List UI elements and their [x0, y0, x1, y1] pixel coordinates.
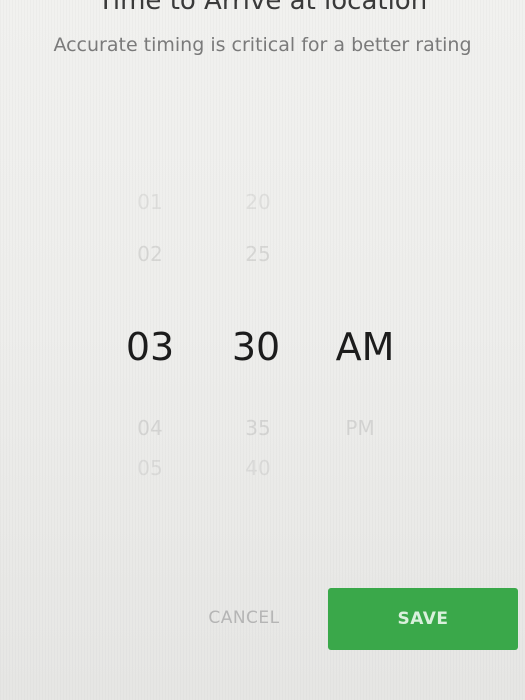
- period-option[interactable]: PM: [330, 416, 390, 440]
- hour-option[interactable]: 04: [122, 416, 178, 440]
- minute-option[interactable]: 40: [230, 456, 286, 480]
- period-selected[interactable]: AM: [320, 325, 410, 369]
- minute-selected[interactable]: 30: [218, 325, 294, 369]
- dialog-subtitle: Accurate timing is critical for a better…: [53, 34, 472, 56]
- save-button[interactable]: SAVE: [328, 588, 518, 650]
- minute-option[interactable]: 35: [230, 416, 286, 440]
- minute-option[interactable]: 25: [230, 242, 286, 266]
- hour-selected[interactable]: 03: [112, 325, 188, 369]
- minute-option[interactable]: 20: [230, 190, 286, 214]
- hour-option[interactable]: 02: [122, 242, 178, 266]
- cancel-button[interactable]: CANCEL: [188, 596, 300, 640]
- time-picker-screen: Time to Arrive at location Accurate timi…: [0, 0, 525, 700]
- hour-option[interactable]: 01: [122, 190, 178, 214]
- time-picker: 01 02 03 04 05 20 25 30 35 40 AM PM: [0, 180, 525, 480]
- hour-option[interactable]: 05: [122, 456, 178, 480]
- dialog-title: Time to Arrive at location: [97, 0, 428, 16]
